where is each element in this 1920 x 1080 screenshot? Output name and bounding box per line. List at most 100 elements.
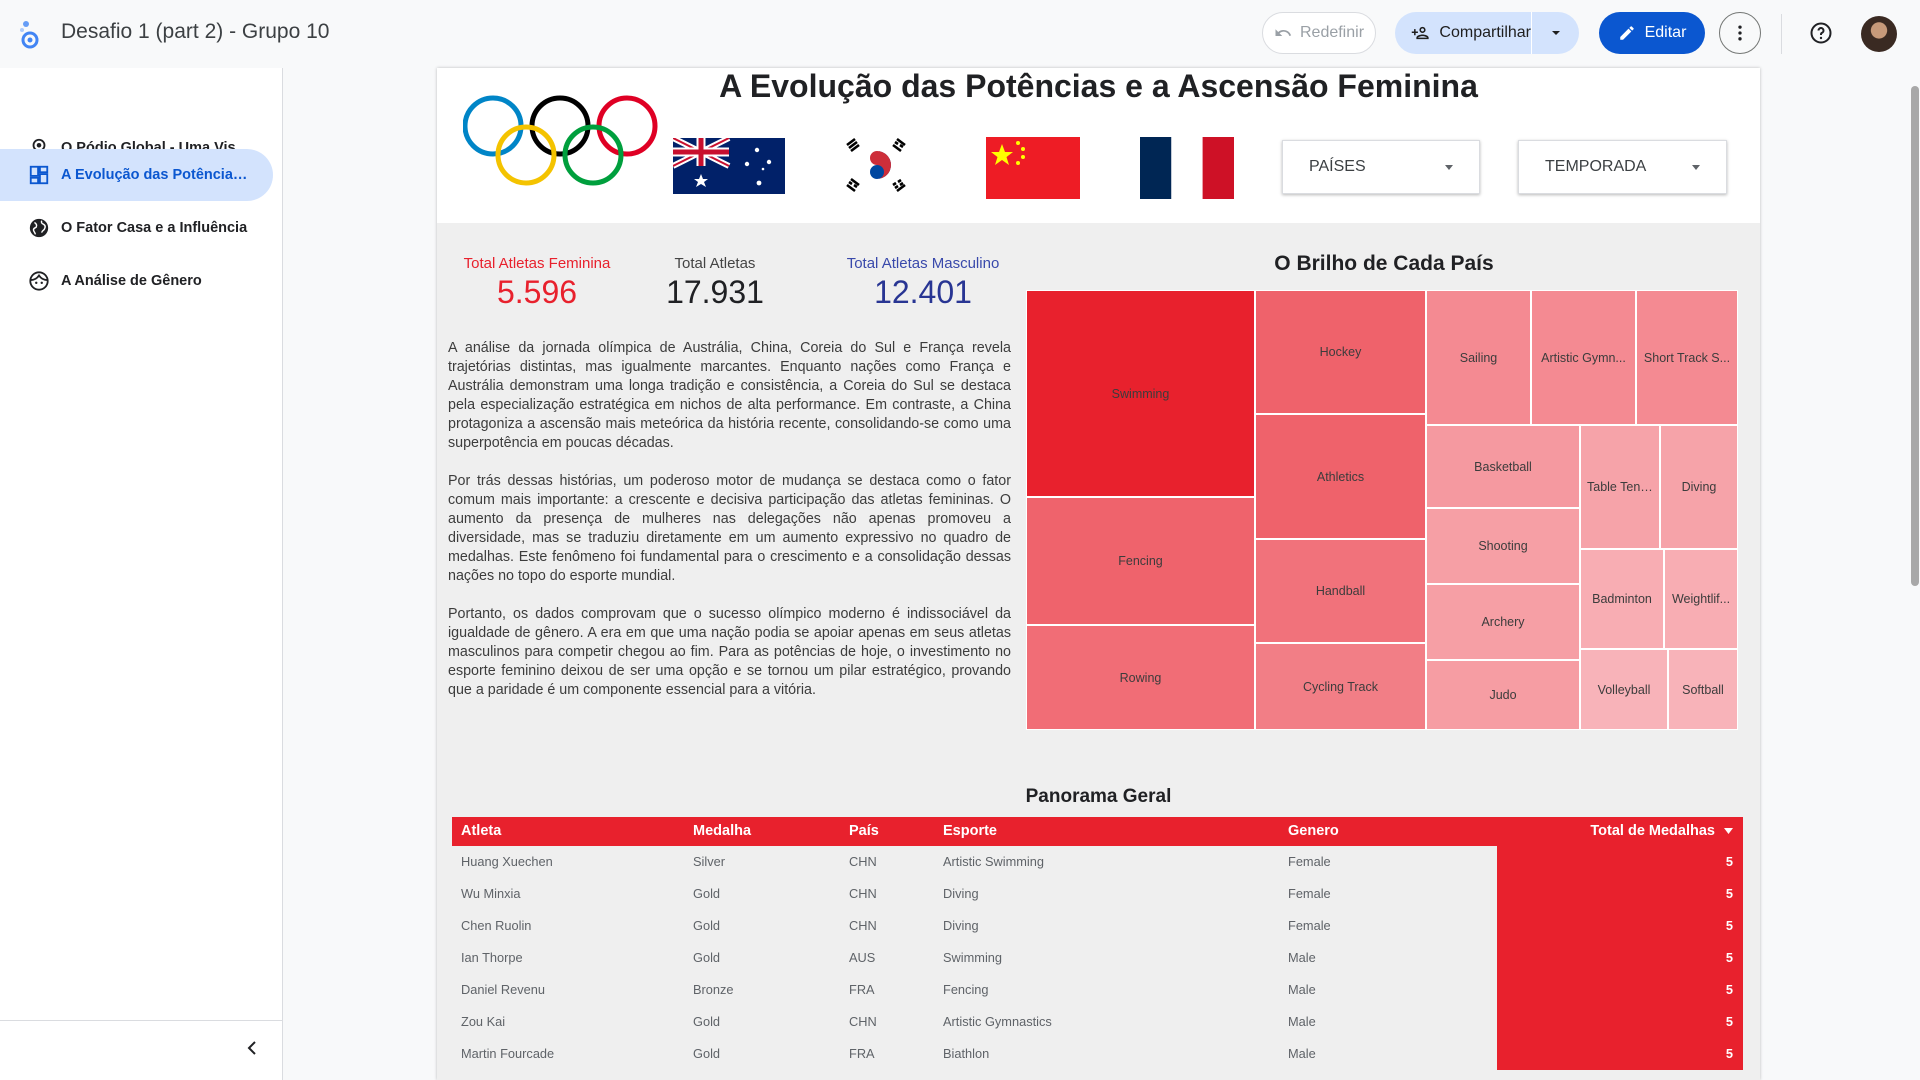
- treemap-cell[interactable]: Rowing: [1026, 625, 1255, 730]
- header-medal[interactable]: Medalha: [693, 823, 751, 839]
- sidebar-item-fator-casa[interactable]: O Fator Casa e a Influência: [0, 202, 273, 254]
- treemap-cell[interactable]: Volleyball: [1580, 649, 1668, 730]
- cell-athlete: Wu Minxia: [461, 886, 521, 901]
- treemap-cell[interactable]: Short Track S...: [1636, 290, 1738, 425]
- header-sport[interactable]: Esporte: [943, 823, 997, 839]
- pencil-icon: [1619, 26, 1634, 40]
- paragraph: Portanto, os dados comprovam que o suces…: [448, 606, 1011, 698]
- face-icon: [27, 269, 51, 293]
- cell-athlete: Martin Fourcade: [461, 1046, 555, 1061]
- sidebar-item-label: O Fator Casa e a Influência: [61, 220, 248, 236]
- more-options-button[interactable]: [1719, 12, 1761, 54]
- countries-filter-dropdown[interactable]: PAÍSES: [1282, 140, 1480, 194]
- header-gender[interactable]: Genero: [1288, 823, 1339, 839]
- share-dropdown-button[interactable]: [1532, 27, 1579, 39]
- cell-sport: Artistic Swimming: [943, 854, 1044, 869]
- sort-descending-icon[interactable]: [1724, 828, 1733, 835]
- header-total-medals[interactable]: Total de Medalhas: [1590, 823, 1715, 839]
- document-title[interactable]: Desafio 1 (part 2) - Grupo 10: [61, 20, 329, 44]
- treemap-cell[interactable]: Sailing: [1426, 290, 1531, 425]
- medals-table[interactable]: Atleta Medalha País Esporte Genero Total…: [452, 817, 1743, 1070]
- treemap-cell-label: Volleyball: [1597, 682, 1651, 697]
- treemap-cell[interactable]: Shooting: [1426, 508, 1580, 584]
- analysis-text: A análise da jornada olímpica de Austrál…: [448, 339, 1011, 719]
- treemap-cell-label: Hockey: [1319, 345, 1362, 359]
- undo-icon: [1275, 29, 1292, 36]
- treemap-cell[interactable]: Softball: [1668, 649, 1738, 730]
- table-row[interactable]: Huang Xuechen Silver CHN Artistic Swimming F…: [452, 846, 1743, 878]
- season-filter-label: TEMPORADA: [1545, 158, 1647, 175]
- pages-sidebar: O Pódio Global - Uma Visão Geral A Evolu…: [0, 68, 283, 1080]
- chevron-down-icon: [1692, 164, 1700, 170]
- treemap-cell[interactable]: Swimming: [1026, 290, 1255, 497]
- cell-medal: Gold: [693, 1014, 721, 1029]
- kpi-value: 17.931: [666, 274, 764, 310]
- table-row[interactable]: Chen Ruolin Gold CHN Diving Female 5: [452, 910, 1743, 942]
- sidebar-item-label: A Análise de Gênero: [61, 273, 202, 289]
- kpi-male-athletes: Total Atletas Masculino 12.401: [833, 255, 1013, 311]
- sidebar-item-evolucao-potencias[interactable]: A Evolução das Potências e a Ascensão Fe…: [0, 149, 273, 201]
- treemap-cell[interactable]: Athletics: [1255, 414, 1426, 539]
- help-button[interactable]: [1800, 12, 1842, 54]
- season-filter-dropdown[interactable]: TEMPORADA: [1518, 140, 1727, 194]
- table-row[interactable]: Zou Kai Gold CHN Artistic Gymnastics Male 5: [452, 1006, 1743, 1038]
- treemap-cell-label: Judo: [1489, 688, 1517, 702]
- help-icon: [1810, 22, 1832, 44]
- treemap-cell[interactable]: Basketball: [1426, 425, 1580, 508]
- cell-country: CHN: [849, 918, 877, 933]
- treemap-cell-label: Badminton: [1592, 592, 1652, 606]
- olympic-rings-icon: [463, 95, 658, 186]
- cell-total-medals: 5: [1725, 854, 1733, 869]
- reset-button[interactable]: Redefinir: [1262, 12, 1376, 54]
- cell-country: AUS: [849, 950, 876, 965]
- treemap-cell[interactable]: Diving: [1660, 425, 1738, 549]
- treemap-cell-label: Fencing: [1118, 554, 1163, 568]
- report-page: A Evolução das Potências e a Ascensão Fe…: [437, 68, 1760, 1080]
- sidebar-divider: [0, 1020, 282, 1021]
- header-athlete[interactable]: Atleta: [461, 823, 501, 839]
- treemap-cell[interactable]: Badminton: [1580, 549, 1664, 649]
- account-avatar[interactable]: [1861, 16, 1897, 52]
- table-row[interactable]: Ian Thorpe Gold AUS Swimming Male 5: [452, 942, 1743, 974]
- treemap-chart[interactable]: Swimming Fencing Rowing Hockey Athletics Hand…: [1026, 290, 1738, 730]
- table-row[interactable]: Daniel Revenu Bronze FRA Fencing Male 5: [452, 974, 1743, 1006]
- treemap-cell[interactable]: Judo: [1426, 660, 1580, 730]
- vertical-scrollbar[interactable]: [1911, 86, 1919, 586]
- cell-gender: Male: [1288, 1046, 1316, 1061]
- share-button[interactable]: Compartilhar: [1395, 12, 1531, 54]
- table-body: Huang Xuechen Silver CHN Artistic Swimming F…: [452, 846, 1743, 1070]
- cell-gender: Male: [1288, 950, 1316, 965]
- edit-button[interactable]: Editar: [1599, 12, 1705, 54]
- cell-gender: Female: [1288, 886, 1331, 901]
- south-korea-flag-icon: [835, 135, 919, 195]
- kpi-value: 12.401: [874, 274, 972, 310]
- share-label: Compartilhar: [1439, 24, 1531, 41]
- sidebar-item-analise-genero[interactable]: A Análise de Gênero: [0, 255, 273, 307]
- kpi-label: Total Atletas Masculino: [846, 255, 1000, 272]
- edit-label: Editar: [1644, 24, 1687, 41]
- treemap-cell[interactable]: Cycling Track: [1255, 643, 1426, 730]
- header-country[interactable]: País: [849, 823, 879, 839]
- treemap-cell[interactable]: Weightlif...: [1664, 549, 1738, 649]
- cell-sport: Swimming: [943, 950, 1003, 965]
- cell-sport: Diving: [943, 918, 979, 933]
- medal-bar-cell: [1497, 942, 1743, 974]
- collapse-sidebar-icon[interactable]: [243, 1038, 263, 1058]
- table-row[interactable]: Martin Fourcade Gold FRA Biathlon Male 5: [452, 1038, 1743, 1070]
- cell-total-medals: 5: [1725, 886, 1733, 901]
- treemap-cell[interactable]: Hockey: [1255, 290, 1426, 414]
- cell-medal: Gold: [693, 950, 721, 965]
- treemap-cell[interactable]: Archery: [1426, 584, 1580, 660]
- treemap-cell-label: Sailing: [1459, 350, 1498, 365]
- treemap-cell[interactable]: Fencing: [1026, 497, 1255, 625]
- kpi-label: Total Atletas: [674, 255, 756, 272]
- treemap-cell-label: Artistic Gymn...: [1541, 350, 1626, 365]
- looker-studio-logo-icon[interactable]: [16, 18, 46, 50]
- treemap-cell[interactable]: Artistic Gymn...: [1531, 290, 1636, 425]
- cell-total-medals: 5: [1725, 1014, 1733, 1029]
- treemap-cell[interactable]: Handball: [1255, 539, 1426, 643]
- treemap-cell-label: Basketball: [1474, 459, 1532, 474]
- medal-bar-cell: [1497, 1006, 1743, 1038]
- table-row[interactable]: Wu Minxia Gold CHN Diving Female 5: [452, 878, 1743, 910]
- treemap-cell[interactable]: Table Tennis: [1580, 425, 1660, 549]
